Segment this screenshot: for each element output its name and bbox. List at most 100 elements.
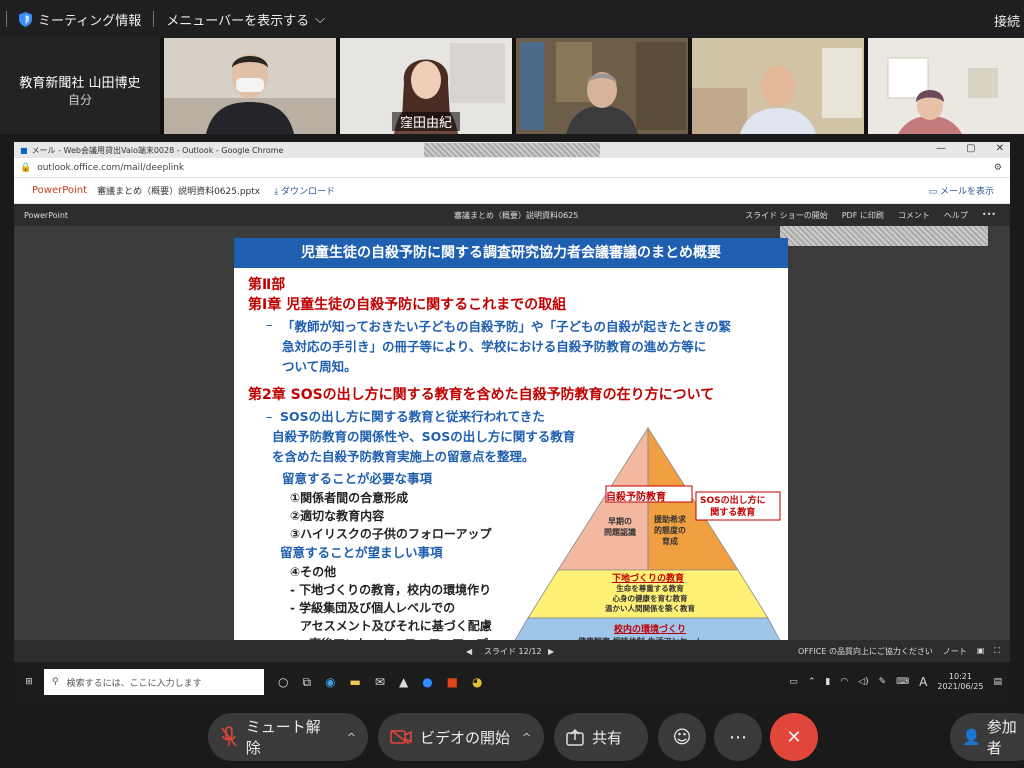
start-video-button[interactable]: ビデオの開始 ^	[378, 713, 544, 761]
task-view-icon[interactable]: ⧉	[302, 675, 311, 690]
slide-title: 児童生徒の自殺予防に関する調査研究協力者会議審議のまとめ概要	[234, 238, 788, 268]
notes-button[interactable]: ノート	[943, 646, 967, 657]
maximize-icon[interactable]: ▢	[966, 143, 975, 154]
lock-icon: 🔒	[20, 162, 32, 173]
participant-tile[interactable]	[868, 38, 1024, 134]
notification-icon[interactable]: ▤	[993, 677, 1002, 687]
powerpoint-header: PowerPoint 審議まとめ（概要）説明資料0625.pptx ⤓ ダウンロ…	[14, 178, 1010, 204]
leave-meeting-button[interactable]: ✕	[770, 713, 818, 761]
next-slide-icon[interactable]: ▶	[548, 647, 554, 656]
bullet-dash: –	[266, 410, 273, 425]
clock-time: 10:21	[948, 672, 972, 681]
download-button[interactable]: ⤓ ダウンロード	[274, 184, 335, 197]
volume-icon[interactable]: ◁)	[858, 677, 868, 687]
zoom-app-icon[interactable]: ●	[422, 675, 432, 689]
participant-tile[interactable]	[164, 38, 336, 134]
ch2-line: を含めた自殺予防教育実施上の留意点を整理。	[272, 449, 535, 464]
show-mail-label: メールを表示	[939, 187, 994, 197]
keyboard-icon[interactable]: ⌨	[896, 677, 909, 687]
zoom-controls: ミュート解除 ^ ビデオの開始 ^ 共有 ☺ ⋯ ✕ 👤 参加者	[0, 704, 1024, 768]
ch1-line: 「教師が知っておきたい子どもの自殺予防」や「子どもの自殺が起きたときの緊	[282, 319, 732, 334]
close-icon: ✕	[786, 726, 802, 748]
pen-icon[interactable]: ✎	[879, 677, 887, 687]
participant-video-icon	[868, 38, 1024, 134]
pyramid-bottom-label: 校内の環境づくり	[614, 625, 687, 635]
mic-muted-icon	[221, 726, 237, 747]
more-options-button[interactable]: ⋯	[714, 713, 762, 761]
help-button[interactable]: ヘルプ	[944, 210, 968, 221]
slide-body: 第Ⅱ部 第Ⅰ章 児童生徒の自殺予防に関するこれまでの取組 – 「教師が知っておき…	[234, 268, 788, 654]
required-heading: 留意することが必要な事項	[282, 471, 433, 486]
usb-icon[interactable]: ▮	[825, 677, 830, 687]
participant-gallery: 教育新聞社 山田博史 自分 窪田由紀	[0, 38, 1024, 134]
mail-icon[interactable]: ✉	[375, 675, 385, 689]
participants-button[interactable]: 👤 参加者	[950, 713, 1024, 761]
clock-date: 2021/06/25	[937, 682, 984, 691]
edge-icon[interactable]: ◉	[325, 675, 335, 689]
shared-screen: ■ メール - Web会議用貸出Vaio端末0028 - Outlook - G…	[14, 142, 1010, 702]
chevron-up-icon[interactable]: ^	[522, 731, 531, 744]
participant-tile[interactable]	[692, 38, 864, 134]
share-label: 共有	[592, 728, 623, 747]
ch1-line: ついて周知。	[282, 359, 357, 374]
battery-icon[interactable]: ▭	[789, 677, 798, 687]
self-video-tile[interactable]: 教育新聞社 山田博史 自分	[0, 38, 160, 134]
feedback-link[interactable]: OFFICE の品質向上にご協力ください	[798, 646, 933, 657]
print-pdf-button[interactable]: PDF に印刷	[842, 210, 884, 221]
system-tray: ▭ ⌃ ▮ ◠ ◁) ✎ ⌨ A 10:21 2021/06/25 ▤	[789, 672, 1002, 692]
office-icon[interactable]: ■	[447, 675, 458, 689]
network-icon[interactable]: ◠	[840, 677, 848, 687]
menu-bar-toggle[interactable]: メニューバーを表示する ⌵	[160, 10, 331, 29]
participant-video-icon	[164, 38, 336, 134]
taskbar-search[interactable]: ⚲ 検索するには、ここに入力します	[44, 669, 264, 695]
share-icon	[566, 728, 584, 746]
slideshow-button[interactable]: スライド ショーの開始	[745, 210, 828, 221]
cortana-icon[interactable]: ○	[278, 675, 288, 689]
chevron-up-icon[interactable]: ⌃	[808, 677, 816, 687]
reactions-button[interactable]: ☺	[658, 713, 706, 761]
chapter2-heading: 第2章 SOSの出し方に関する教育を含めた自殺予防教育の在り方について	[248, 387, 715, 403]
desirable-item: - 学級集団及び個人レベルでの	[290, 601, 456, 615]
participant-name: 窪田由紀	[391, 112, 461, 131]
pyramid-middle-line: 生命を尊重する教育	[616, 584, 684, 593]
windows-start-icon[interactable]: ⊞	[14, 662, 44, 702]
normal-view-icon[interactable]: ▣	[977, 646, 985, 657]
minimize-icon[interactable]: —	[936, 143, 946, 154]
close-icon[interactable]: ✕	[996, 143, 1004, 154]
unmute-label: ミュート解除	[245, 718, 321, 757]
self-label: 自分	[67, 93, 92, 107]
pyramid-diagram	[507, 426, 787, 653]
participant-tile-active-speaker[interactable]: 窪田由紀	[340, 38, 512, 134]
file-explorer-icon[interactable]: ▬	[350, 675, 361, 689]
download-label: ダウンロード	[280, 187, 335, 197]
chevron-up-icon[interactable]: ^	[347, 731, 356, 744]
extension-icon[interactable]: ⚙	[994, 163, 1002, 173]
store-icon[interactable]: ▲	[399, 675, 408, 689]
pyramid-middle-line: 心身の健康を育む教育	[612, 594, 688, 603]
chrome-icon[interactable]: ◕	[472, 675, 482, 689]
comment-button[interactable]: コメント	[898, 210, 930, 221]
pyramid-middle-text: 生命を尊重する教育 心身の健康を育む教育 温かい人間関係を築く教育	[590, 584, 710, 614]
slide: 児童生徒の自殺予防に関する調査研究協力者会議審議のまとめ概要 第Ⅱ部 第Ⅰ章 児…	[234, 238, 788, 654]
pyramid-right-line: 援助希求	[654, 515, 686, 524]
redacted-area	[780, 226, 988, 246]
start-video-label: ビデオの開始	[420, 728, 511, 747]
clock[interactable]: 10:21 2021/06/25	[937, 672, 983, 692]
more-icon[interactable]: •••	[982, 210, 996, 221]
unmute-button[interactable]: ミュート解除 ^	[208, 713, 368, 761]
viewer-toolbar: PowerPoint 審議まとめ（概要）説明資料0625 スライド ショーの開始…	[14, 204, 1010, 226]
participant-tile[interactable]	[516, 38, 688, 134]
show-mail-button[interactable]: ▭ メールを表示	[929, 184, 994, 197]
redacted-area	[424, 143, 600, 157]
required-item: ②適切な教育内容	[290, 509, 385, 523]
address-bar[interactable]: 🔒 outlook.office.com/mail/deeplink ⚙	[14, 158, 1010, 178]
fit-icon[interactable]: ⛶	[994, 646, 1000, 657]
share-button[interactable]: 共有	[554, 713, 648, 761]
viewer-statusbar: ◀ スライド 12/12 ▶ OFFICE の品質向上にご協力ください ノート …	[14, 640, 1010, 662]
more-icon: ⋯	[729, 726, 747, 748]
callout-line: SOSの出し方に	[700, 496, 766, 506]
slide-counter: スライド 12/12	[484, 646, 542, 656]
ime-indicator[interactable]: A	[919, 675, 927, 689]
meeting-info-button[interactable]: ミーティング情報	[13, 10, 147, 29]
prev-slide-icon[interactable]: ◀	[466, 647, 472, 656]
